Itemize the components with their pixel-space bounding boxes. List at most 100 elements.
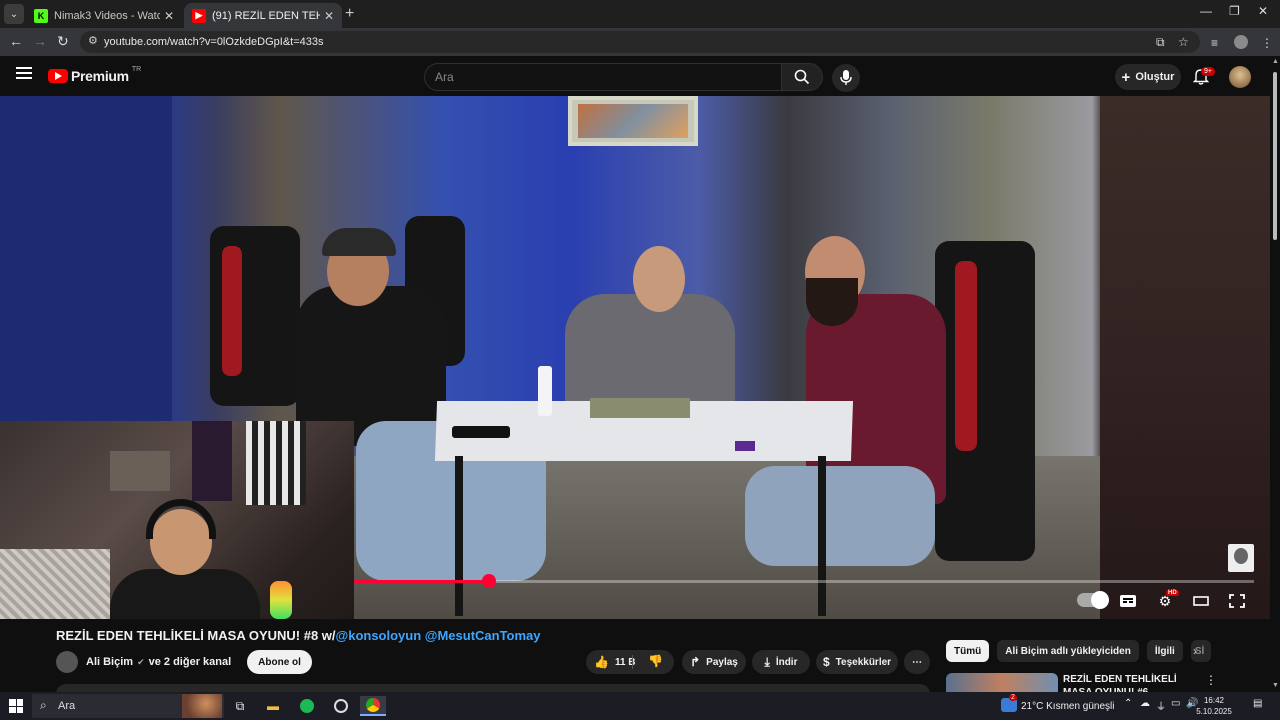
shelf bbox=[110, 451, 170, 491]
voice-search-button[interactable] bbox=[832, 64, 860, 92]
task-view-icon[interactable]: ⧉ bbox=[230, 696, 250, 716]
account-avatar[interactable] bbox=[1229, 66, 1251, 88]
webcam-overlay bbox=[0, 421, 354, 619]
site-info-icon[interactable]: ⚙ bbox=[88, 34, 98, 47]
video-player[interactable]: ⚙ HD bbox=[0, 96, 1270, 619]
fullscreen-glyph bbox=[1229, 594, 1245, 608]
weather-text[interactable]: 21°C Kısmen güneşli bbox=[1021, 701, 1115, 712]
recommendation-thumbnail[interactable] bbox=[946, 673, 1058, 693]
windows-start-icon[interactable] bbox=[9, 699, 23, 713]
app-icon[interactable] bbox=[331, 696, 351, 716]
forward-icon[interactable]: → bbox=[33, 33, 47, 49]
chip-related[interactable]: İlgili bbox=[1146, 640, 1183, 662]
mention-link[interactable]: @MesutCanTomay bbox=[425, 628, 541, 643]
table-leg bbox=[818, 456, 826, 616]
person-center-head bbox=[633, 246, 685, 312]
youtube-header: Premium TR Ara + Oluştur 9+ bbox=[0, 56, 1280, 96]
tab-kick[interactable]: K Nimak3 Videos - Watch On-Demand ✕ bbox=[26, 3, 182, 28]
reload-icon[interactable]: ↻ bbox=[57, 33, 69, 50]
plus-icon: + bbox=[1121, 68, 1131, 86]
title-text: REZİL EDEN TEHLİKELİ MASA OYUNU! #8 w/ bbox=[56, 628, 336, 643]
cap bbox=[322, 228, 396, 256]
collab-channels-link[interactable]: ve 2 diğer kanal bbox=[149, 656, 232, 668]
mention-link[interactable]: @konsoloyun bbox=[336, 628, 422, 643]
hamburger-menu-icon[interactable] bbox=[16, 67, 32, 79]
install-app-icon[interactable]: ⧉ bbox=[1156, 35, 1165, 50]
browser-tab-bar: ⌄ K Nimak3 Videos - Watch On-Demand ✕ ▶ … bbox=[0, 0, 1280, 28]
autoplay-toggle[interactable] bbox=[1077, 591, 1109, 609]
scroll-down-icon[interactable]: ▼ bbox=[1272, 682, 1279, 689]
channel-avatar[interactable] bbox=[56, 651, 78, 673]
more-horizontal-icon: ⋯ bbox=[912, 656, 922, 668]
jersey bbox=[192, 421, 232, 501]
notification-center-icon[interactable]: ▤ bbox=[1253, 698, 1262, 709]
card bbox=[735, 441, 755, 451]
subtitles-icon[interactable] bbox=[1118, 590, 1138, 612]
chair-accent bbox=[955, 261, 977, 451]
video-title: REZİL EDEN TEHLİKELİ MASA OYUNU! #8 w/@k… bbox=[56, 628, 541, 643]
bookmark-star-icon[interactable]: ☆ bbox=[1178, 35, 1189, 49]
share-button[interactable]: ↱ Paylaş bbox=[682, 650, 746, 674]
scrubber-handle[interactable] bbox=[482, 574, 496, 588]
thumbs-down-icon[interactable]: 👎 bbox=[648, 654, 663, 668]
new-tab-icon[interactable]: + bbox=[345, 5, 354, 23]
more-actions-button[interactable]: ⋯ bbox=[904, 650, 930, 674]
youtube-icon: ▶ bbox=[192, 8, 206, 23]
search-icon bbox=[794, 69, 810, 85]
chip-all[interactable]: Tümü bbox=[946, 640, 990, 662]
file-explorer-icon[interactable]: ▬ bbox=[263, 696, 283, 716]
restore-icon[interactable]: ❐ bbox=[1229, 4, 1240, 18]
usb-icon[interactable]: ⏚ bbox=[1156, 698, 1166, 713]
chrome-icon[interactable] bbox=[360, 696, 386, 716]
thanks-button[interactable]: $ Teşekkürler bbox=[816, 650, 898, 674]
chip-uploader[interactable]: Ali Biçim adlı yükleyiciden bbox=[997, 640, 1139, 662]
address-bar[interactable]: ⚙ youtube.com/watch?v=0lOzkdeDGpI&t=433s… bbox=[80, 31, 1200, 53]
back-icon[interactable]: ← bbox=[9, 33, 23, 49]
chip-label: İlgili bbox=[1154, 645, 1175, 657]
tab-youtube[interactable]: ▶ (91) REZİL EDEN TEHLİKELİ MASA OYUNU ✕ bbox=[184, 3, 342, 28]
cloud-icon[interactable]: ☁ bbox=[1140, 698, 1150, 709]
subscribe-button[interactable]: Abone ol bbox=[247, 650, 312, 674]
theater-mode-icon[interactable] bbox=[1190, 590, 1212, 612]
streamer-body bbox=[110, 569, 260, 619]
search-placeholder: Ara bbox=[435, 70, 454, 84]
window-close-icon[interactable]: ✕ bbox=[1258, 4, 1268, 18]
scroll-up-icon[interactable]: ▲ bbox=[1272, 58, 1279, 65]
more-vertical-icon[interactable]: ⋮ bbox=[1205, 673, 1217, 687]
browser-menu-icon[interactable]: ⋮ bbox=[1261, 36, 1273, 50]
gaming-chair bbox=[935, 241, 1035, 561]
network-icon[interactable]: ▭ bbox=[1171, 698, 1180, 709]
close-icon[interactable]: ✕ bbox=[164, 9, 174, 23]
bottle bbox=[538, 366, 552, 416]
chevron-right-icon[interactable]: › bbox=[1193, 644, 1197, 658]
rgb-lamp bbox=[270, 581, 292, 619]
close-icon[interactable]: ✕ bbox=[324, 9, 334, 23]
youtube-premium-logo[interactable]: Premium TR bbox=[48, 66, 141, 84]
thumbs-up-icon[interactable]: 👍 bbox=[594, 655, 609, 669]
spotify-icon[interactable] bbox=[297, 696, 317, 716]
url-text: youtube.com/watch?v=0lOzkdeDGpI&t=433s bbox=[104, 36, 324, 48]
clock-date: 5.10.2025 bbox=[1196, 707, 1232, 716]
create-button[interactable]: + Oluştur bbox=[1115, 64, 1181, 90]
taskbar-search[interactable]: ⌕ Ara bbox=[32, 694, 224, 718]
channel-name[interactable]: Ali Biçim bbox=[86, 656, 133, 668]
clock-time: 16:42 bbox=[1203, 696, 1225, 705]
download-button[interactable]: ⤓ İndir bbox=[752, 650, 810, 674]
search-button[interactable] bbox=[781, 63, 823, 91]
tray-expand-icon[interactable]: ⌃ bbox=[1124, 698, 1132, 709]
system-clock[interactable]: 16:42 5.10.2025 bbox=[1196, 695, 1232, 717]
minimize-icon[interactable]: — bbox=[1200, 4, 1212, 18]
scrollbar-thumb[interactable] bbox=[1273, 72, 1277, 240]
chair-accent bbox=[222, 246, 242, 376]
profile-avatar[interactable] bbox=[1234, 35, 1248, 49]
search-input[interactable]: Ara bbox=[424, 63, 782, 91]
fullscreen-icon[interactable] bbox=[1226, 590, 1248, 612]
video-wall bbox=[0, 96, 172, 421]
hd-badge: HD bbox=[1166, 590, 1179, 596]
table-leg bbox=[455, 456, 463, 616]
page-scrollbar[interactable]: ▲ ▼ bbox=[1270, 56, 1280, 692]
kick-icon: K bbox=[34, 8, 48, 23]
media-control-icon[interactable]: ≡ bbox=[1211, 36, 1218, 50]
channel-watermark[interactable] bbox=[1228, 544, 1254, 572]
tab-search-button[interactable]: ⌄ bbox=[4, 4, 24, 24]
